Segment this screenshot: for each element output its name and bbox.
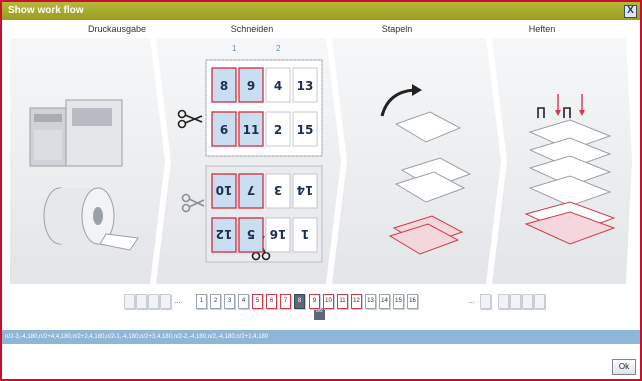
close-button[interactable]: X (624, 5, 637, 18)
page-cell: 14 (292, 173, 318, 209)
page-cell: 3 (265, 173, 291, 209)
column-number: 2 (276, 44, 281, 53)
page-number-label: 13 (297, 79, 314, 93)
page-button-12[interactable]: 12 (351, 294, 362, 309)
page-number-label: 6 (220, 123, 228, 137)
step-label-cut: Schneiden (230, 24, 274, 34)
pager-ellipsis-right: ... (468, 296, 475, 305)
page-button-11[interactable]: 11 (337, 294, 348, 309)
workflow-diagram: 8 9 4 13 6 11 2 15 10 7 3 14 12 5 16 1 1 2 (10, 38, 632, 284)
page-cell: 2 (265, 111, 291, 147)
page-button-10[interactable]: 10 (323, 294, 334, 309)
page-button-14[interactable]: 14 (379, 294, 390, 309)
page-button-5[interactable]: 5 (252, 294, 263, 309)
window-title: Show work flow (8, 5, 84, 16)
page-number-label: 15 (297, 123, 314, 137)
page-number-label: 1 (301, 227, 309, 241)
ok-button[interactable]: Ok (612, 359, 636, 375)
page-thumb-ghost[interactable] (480, 294, 491, 309)
page-button-2[interactable]: 2 (210, 294, 221, 309)
page-number-label: 5 (247, 227, 255, 241)
page-number-label: 7 (247, 183, 255, 197)
page-cell: 7 (238, 173, 264, 209)
page-thumb-ghost[interactable] (498, 294, 509, 309)
page-cell: 15 (292, 111, 318, 147)
page-number-label: 16 (270, 227, 287, 241)
page-number-label: 12 (216, 227, 233, 241)
printer-illustration (29, 99, 123, 167)
page-cell: 13 (292, 67, 318, 103)
page-number-label: 2 (274, 123, 282, 137)
page-button-9[interactable]: 9 (309, 294, 320, 309)
steps-header: Druckausgabe Schneiden Stapeln Heften (2, 22, 640, 38)
page-button-8[interactable]: 8 (294, 294, 305, 309)
page-thumb-ghost[interactable] (160, 294, 171, 309)
page-number-label: 8 (220, 79, 228, 93)
imposition-formula: n/2-3,-4,180,n/2+4,4,180,n/2+2,4,180,n/2… (2, 330, 640, 344)
page-number-label: 14 (297, 183, 314, 197)
page-button-15[interactable]: 15 (393, 294, 404, 309)
selected-page-detail: 8/2 (314, 308, 325, 320)
page-thumb-ghost[interactable] (534, 294, 545, 309)
page-cell: 12 (211, 217, 237, 253)
page-button-4[interactable]: 4 (238, 294, 249, 309)
page-cell: 6 (211, 111, 237, 147)
page-number-label: 3 (274, 183, 282, 197)
page-button-3[interactable]: 3 (224, 294, 235, 309)
page-thumb-ghost[interactable] (124, 294, 135, 309)
page-thumb-ghost[interactable] (510, 294, 521, 309)
page-button-1[interactable]: 1 (196, 294, 207, 309)
page-number-label: 11 (243, 123, 260, 137)
title-bar: Show work flow X (2, 2, 640, 20)
step-label-staple: Heften (528, 24, 556, 34)
pager-ellipsis-left: ... (174, 296, 181, 305)
step-label-stack: Stapeln (381, 24, 413, 34)
page-navigator: ... ... 8/2 1 2 3 4 5 6 7 8 9 10 11 12 13 14 15 16 (2, 290, 640, 324)
step-label-print: Druckausgabe (87, 24, 147, 34)
page-button-6[interactable]: 6 (266, 294, 277, 309)
page-number-label: 10 (216, 183, 233, 197)
page-cell: 11 (238, 111, 264, 147)
page-button-13[interactable]: 13 (365, 294, 376, 309)
workflow-illustration: 8 9 4 136 11 2 1510 7 3 1412 5 16 1 (10, 38, 632, 284)
page-thumb-ghost[interactable] (136, 294, 147, 309)
page-thumb-ghost[interactable] (148, 294, 159, 309)
column-number: 1 (232, 44, 237, 53)
page-number-label: 4 (274, 79, 282, 93)
page-button-16[interactable]: 16 (407, 294, 418, 309)
page-button-7[interactable]: 7 (280, 294, 291, 309)
page-cell: 8 (211, 67, 237, 103)
workflow-window: Show work flow X Druckausgabe Schneiden … (0, 0, 642, 381)
page-cell: 4 (265, 67, 291, 103)
page-cell: 5 (238, 217, 264, 253)
page-cell: 10 (211, 173, 237, 209)
page-thumb-ghost[interactable] (522, 294, 533, 309)
page-cell: 1 (292, 217, 318, 253)
page-cell: 9 (238, 67, 264, 103)
page-number-label: 9 (247, 79, 255, 93)
page-cell: 16 (265, 217, 291, 253)
